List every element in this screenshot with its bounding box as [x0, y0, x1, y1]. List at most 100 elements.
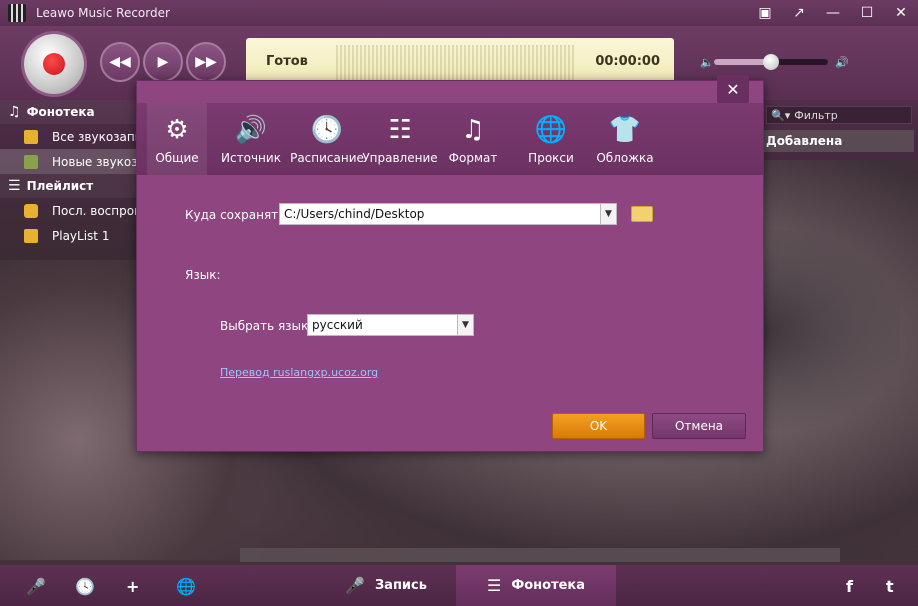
sidebar-item-label: Новые звукозаписи — [52, 154, 136, 169]
filter-input[interactable]: 🔍▾ Фильтр — [766, 106, 912, 124]
sidebar-header-label: Фонотека — [26, 105, 95, 119]
speaker-icon: 🔊 — [234, 115, 268, 145]
tab-label: Источник — [221, 151, 281, 165]
bottom-bar: 🎤 🕓 + 🌐 🎤 Запись ☰ Фонотека f t — [0, 565, 918, 606]
sliders-icon: ☷ — [388, 115, 412, 145]
music-note-icon: ♫ — [8, 104, 21, 120]
ok-button[interactable]: OK — [552, 413, 645, 439]
microphone-icon: 🎤 — [345, 576, 365, 595]
tab-label: Общие — [155, 151, 199, 165]
volume-slider[interactable] — [714, 54, 828, 70]
mini-mode-button[interactable]: ▣ — [748, 0, 782, 26]
maximize-button[interactable]: ☐ — [850, 0, 884, 26]
filter-placeholder: Фильтр — [794, 108, 838, 122]
settings-dialog: ✕ ⚙ Общие 🔊 Источник 🕓 Расписание ☷ Упра… — [136, 75, 764, 452]
sidebar: ♫ Фонотека Все звукозаписи Новые звукоза… — [0, 100, 136, 260]
add-icon[interactable]: + — [126, 577, 139, 596]
sidebar-header-playlist[interactable]: ☰ Плейлист — [0, 174, 136, 198]
recent-icon — [24, 203, 38, 218]
clock-icon[interactable]: 🕓 — [75, 577, 95, 596]
sidebar-item-recently-played[interactable]: Посл. воспроизведенные — [0, 198, 136, 223]
title-bar: Leawo Music Recorder ▣ ↗ — ☐ ✕ — [0, 0, 918, 26]
translation-link[interactable]: Перевод ruslangxp.ucoz.org — [220, 366, 378, 379]
tab-label: Запись — [374, 578, 427, 593]
choose-language-label: Выбрать язык: — [220, 319, 313, 333]
tab-proxy[interactable]: 🌐 Прокси — [521, 103, 581, 175]
sidebar-item-all-recordings[interactable]: Все звукозаписи — [0, 124, 136, 149]
rewind-button[interactable]: ◀◀ — [100, 42, 140, 82]
play-icon: ▶ — [157, 54, 169, 70]
column-label: Добавлена — [766, 134, 843, 148]
sidebar-item-playlist-1[interactable]: PlayList 1 — [0, 223, 136, 248]
rewind-icon: ◀◀ — [109, 54, 131, 70]
app-logo-icon — [8, 4, 26, 22]
tab-general[interactable]: ⚙ Общие — [147, 103, 207, 175]
volume-high-icon: 🔊 — [835, 56, 849, 69]
tab-record[interactable]: 🎤 Запись — [316, 565, 456, 606]
sidebar-item-label: PlayList 1 — [52, 228, 110, 243]
gear-icon: ⚙ — [165, 115, 189, 145]
volume-knob[interactable] — [763, 54, 779, 70]
playlist-icon: ☰ — [8, 178, 21, 194]
playlist-file-icon — [24, 228, 38, 243]
volume-low-icon: 🔈 — [700, 56, 714, 69]
tab-source[interactable]: 🔊 Источник — [217, 103, 285, 175]
forward-button[interactable]: ▶▶ — [186, 42, 226, 82]
close-button[interactable]: ✕ — [884, 0, 918, 26]
tab-skin[interactable]: 👕 Обложка — [593, 103, 657, 175]
settings-tabs: ⚙ Общие 🔊 Источник 🕓 Расписание ☷ Управл… — [137, 103, 763, 175]
twitter-icon[interactable]: t — [886, 577, 894, 596]
clock-icon: 🕓 — [310, 115, 344, 145]
player-status: Готов — [266, 54, 308, 69]
folder-icon[interactable] — [631, 206, 653, 222]
save-to-value: C:/Users/chind/Desktop — [284, 207, 425, 221]
column-header-added[interactable]: Добавлена — [764, 130, 914, 152]
tab-label: Фонотека — [511, 578, 586, 593]
dialog-close-button[interactable]: ✕ — [717, 75, 749, 103]
tab-label: Управление — [362, 151, 438, 165]
facebook-icon[interactable]: f — [846, 577, 853, 596]
window-controls: ▣ ↗ — ☐ ✕ — [748, 0, 918, 26]
save-to-combo[interactable]: C:/Users/chind/Desktop ▼ — [279, 203, 617, 225]
chevron-down-icon[interactable]: ▼ — [457, 315, 473, 335]
language-value: русский — [312, 318, 363, 332]
sidebar-item-new-recordings[interactable]: Новые звукозаписи — [0, 149, 136, 174]
play-button[interactable]: ▶ — [143, 42, 183, 82]
tab-label: Расписание — [290, 151, 364, 165]
shirt-icon: 👕 — [608, 115, 642, 145]
star-folder-icon — [24, 154, 38, 169]
tab-control[interactable]: ☷ Управление — [362, 103, 438, 175]
horizontal-scrollbar[interactable] — [240, 548, 840, 562]
cancel-button[interactable]: Отмена — [652, 413, 746, 439]
record-button[interactable] — [24, 34, 84, 94]
tab-label: Обложка — [596, 151, 654, 165]
microphone-icon[interactable]: 🎤 — [26, 577, 46, 596]
language-section-label: Язык: — [185, 268, 221, 282]
equalizer-visual — [336, 45, 576, 81]
tab-schedule[interactable]: 🕓 Расписание — [289, 103, 365, 175]
tab-library[interactable]: ☰ Фонотека — [456, 565, 616, 606]
language-select[interactable]: русский ▼ — [307, 314, 474, 336]
tab-format[interactable]: ♫ Формат — [443, 103, 503, 175]
search-icon: 🔍▾ — [771, 108, 791, 122]
globe-icon: 🌐 — [534, 115, 568, 145]
sidebar-header-library[interactable]: ♫ Фонотека — [0, 100, 136, 124]
player-time: 00:00:00 — [595, 54, 660, 69]
chevron-down-icon[interactable]: ▼ — [600, 204, 616, 224]
settings-body: Куда сохранять: C:/Users/chind/Desktop ▼… — [137, 175, 763, 451]
save-to-label: Куда сохранять: — [185, 208, 290, 222]
sidebar-item-label: Посл. воспроизведенные — [52, 203, 136, 218]
forward-icon: ▶▶ — [195, 54, 217, 70]
tab-label: Прокси — [528, 151, 574, 165]
music-file-icon: ♫ — [461, 115, 485, 145]
minimize-button[interactable]: — — [816, 0, 850, 26]
sidebar-header-label: Плейлист — [26, 179, 94, 193]
list-icon: ☰ — [486, 576, 502, 595]
globe-icon[interactable]: 🌐 — [176, 577, 196, 596]
record-icon — [43, 53, 65, 75]
sidebar-item-label: Все звукозаписи — [52, 129, 136, 144]
share-button[interactable]: ↗ — [782, 0, 816, 26]
music-folder-icon — [24, 129, 38, 144]
app-title: Leawo Music Recorder — [36, 6, 170, 20]
tab-label: Формат — [448, 151, 498, 165]
